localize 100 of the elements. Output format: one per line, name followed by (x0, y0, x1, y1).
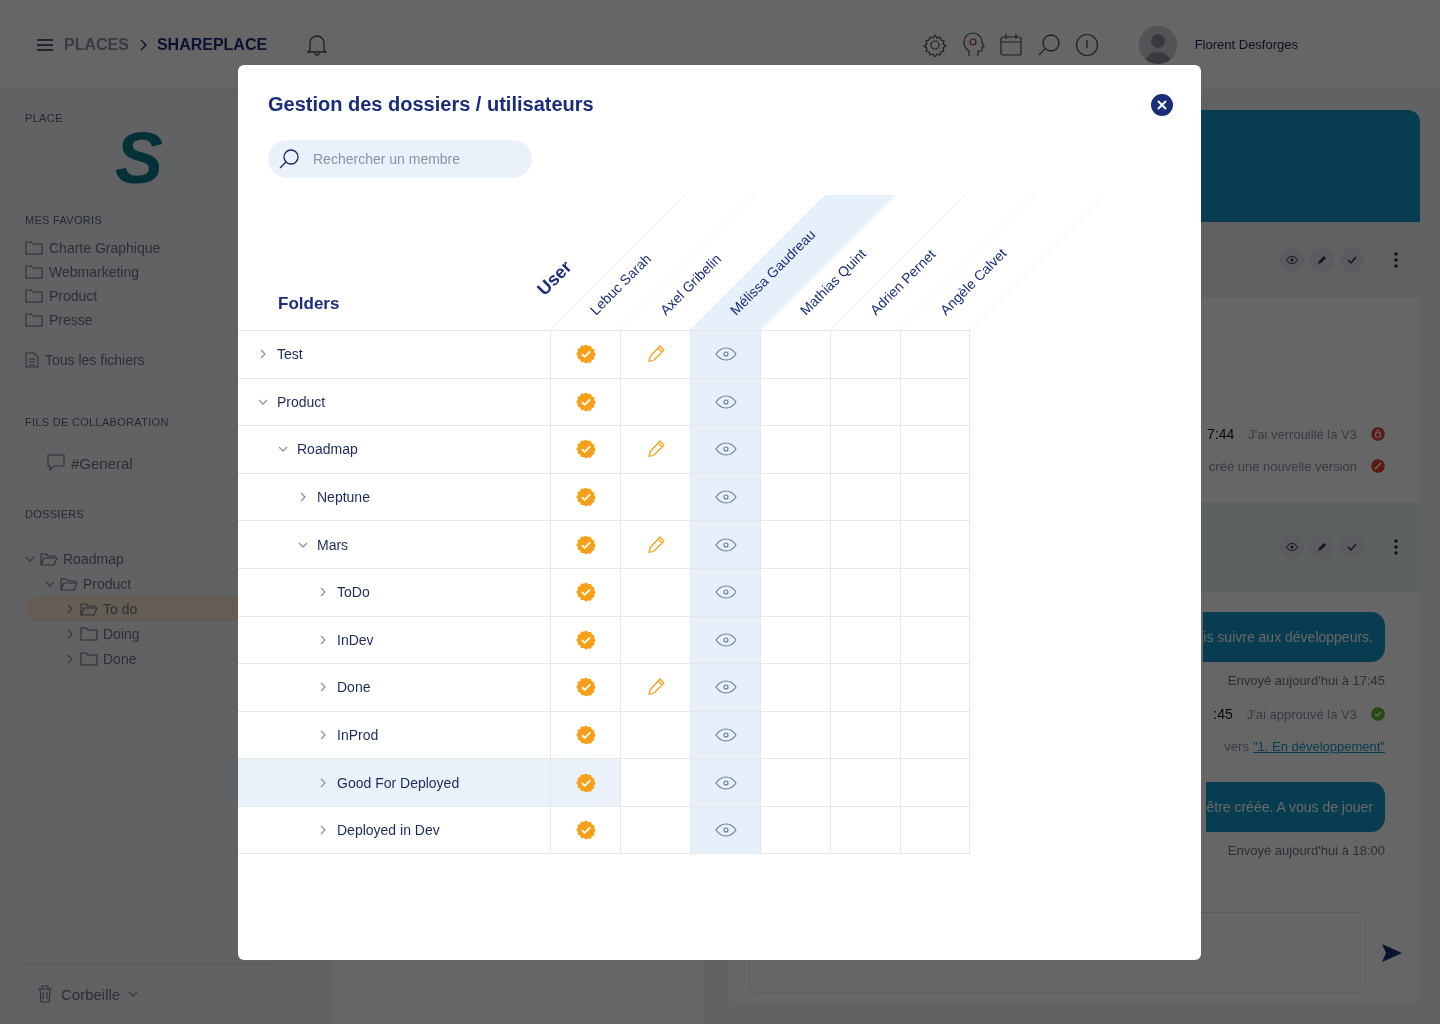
permission-cell[interactable] (690, 616, 760, 664)
file-icon (25, 352, 39, 368)
eye-icon[interactable] (714, 775, 737, 790)
permission-cell[interactable] (900, 806, 970, 853)
eye-icon[interactable] (1280, 535, 1304, 559)
eye-icon[interactable] (714, 490, 737, 505)
eye-icon[interactable] (714, 822, 737, 837)
permission-cell[interactable] (690, 473, 760, 521)
chevron-right-icon[interactable] (318, 682, 328, 693)
bell-icon[interactable] (307, 33, 328, 56)
check-badge-icon[interactable] (575, 772, 596, 793)
pencil-icon[interactable] (1310, 535, 1334, 559)
pencil-icon[interactable] (645, 439, 666, 460)
permission-cell[interactable] (900, 759, 970, 806)
permission-cell[interactable] (550, 759, 620, 806)
permission-cell[interactable] (690, 426, 760, 473)
pencil-icon[interactable] (1310, 248, 1334, 272)
folder-row[interactable]: Done (238, 664, 550, 711)
eye-icon[interactable] (714, 347, 737, 362)
pencil-icon[interactable] (645, 534, 666, 555)
chevron-right-icon (138, 38, 147, 51)
folder-row[interactable]: Neptune (238, 473, 550, 521)
permission-cell[interactable] (690, 806, 760, 853)
eye-icon[interactable] (714, 728, 737, 743)
permission-cell[interactable] (900, 616, 970, 664)
place-logo: S (115, 122, 164, 194)
folder-row[interactable]: Product (238, 378, 550, 426)
eye-icon[interactable] (1280, 248, 1304, 272)
more-icon[interactable] (1394, 252, 1398, 268)
permission-cell[interactable] (690, 331, 760, 378)
check-badge-icon[interactable] (575, 534, 596, 555)
folder-row[interactable]: Roadmap (238, 426, 550, 473)
send-icon[interactable] (1382, 944, 1402, 962)
eye-icon[interactable] (714, 680, 737, 695)
permission-cell[interactable] (900, 426, 970, 473)
check-badge-icon[interactable] (575, 439, 596, 460)
check-badge-icon[interactable] (575, 391, 596, 412)
pencil-icon[interactable] (645, 344, 666, 365)
event-time: 7:44 (1207, 426, 1235, 442)
permission-cell[interactable] (900, 664, 970, 711)
close-button[interactable] (1151, 93, 1173, 116)
folder-row[interactable]: Deployed in Dev (238, 806, 550, 853)
chevron-right-icon[interactable] (318, 824, 328, 835)
permission-cell[interactable] (900, 331, 970, 378)
permission-cell[interactable] (900, 711, 970, 759)
eye-icon[interactable] (714, 632, 737, 647)
pencil-icon[interactable] (645, 677, 666, 698)
check-badge-icon[interactable] (575, 725, 596, 746)
permission-cell[interactable] (900, 568, 970, 616)
eye-icon[interactable] (714, 394, 737, 409)
check-badge-icon[interactable] (575, 582, 596, 603)
more-icon[interactable] (1394, 539, 1398, 555)
permission-cell[interactable] (900, 521, 970, 568)
permission-cell[interactable] (690, 759, 760, 806)
check-badge-icon[interactable] (575, 819, 596, 840)
chevron-right-icon[interactable] (318, 777, 328, 788)
chevron-down-icon[interactable] (128, 989, 139, 999)
calendar-icon[interactable] (998, 32, 1023, 57)
chevron-right-icon[interactable] (318, 634, 328, 645)
settings-icon[interactable] (922, 32, 947, 57)
eye-icon[interactable] (714, 442, 737, 457)
permission-cell[interactable] (900, 473, 970, 521)
message-bubble: être créée. A vous de jouer (1206, 782, 1385, 832)
chevron-right-icon[interactable] (318, 730, 328, 741)
permission-cell[interactable] (690, 568, 760, 616)
check-badge-icon[interactable] (575, 344, 596, 365)
check-icon[interactable] (1340, 248, 1364, 272)
chevron-right-icon[interactable] (298, 492, 308, 503)
trash-icon (37, 985, 53, 1003)
search-field[interactable]: Rechercher un membre (268, 140, 532, 178)
chevron-right-icon[interactable] (65, 653, 75, 664)
permission-cell[interactable] (900, 378, 970, 426)
chevron-right-icon[interactable] (258, 349, 268, 360)
permission-cell[interactable] (690, 521, 760, 568)
section-label: FILS DE COLLABORATION (25, 416, 169, 428)
open-folder-icon (60, 576, 78, 591)
check-badge-icon[interactable] (575, 629, 596, 650)
info-icon[interactable] (1074, 32, 1099, 57)
chevron-right-icon[interactable] (65, 603, 75, 614)
folder-row[interactable]: Good For Deployed (238, 759, 550, 806)
permission-cell[interactable] (690, 664, 760, 711)
search-icon[interactable] (1036, 32, 1061, 57)
head-icon[interactable] (960, 31, 985, 58)
check-badge-icon[interactable] (575, 487, 596, 508)
permission-cell[interactable] (690, 378, 760, 426)
check-badge-icon[interactable] (575, 677, 596, 698)
search-icon (278, 148, 300, 170)
folder-row[interactable]: Mars (238, 521, 550, 568)
chevron-right-icon[interactable] (318, 587, 328, 598)
permission-cell[interactable] (690, 711, 760, 759)
menu-icon[interactable] (36, 37, 54, 52)
section-label: DOSSIERS (25, 508, 85, 520)
folder-row[interactable]: Test (238, 331, 550, 378)
eye-icon[interactable] (714, 537, 737, 552)
chevron-right-icon[interactable] (65, 628, 75, 639)
open-folder-icon (40, 551, 58, 566)
folder-icon (25, 313, 43, 327)
check-icon[interactable] (1340, 535, 1364, 559)
folder-row[interactable]: InProd (238, 711, 550, 759)
eye-icon[interactable] (714, 585, 737, 600)
